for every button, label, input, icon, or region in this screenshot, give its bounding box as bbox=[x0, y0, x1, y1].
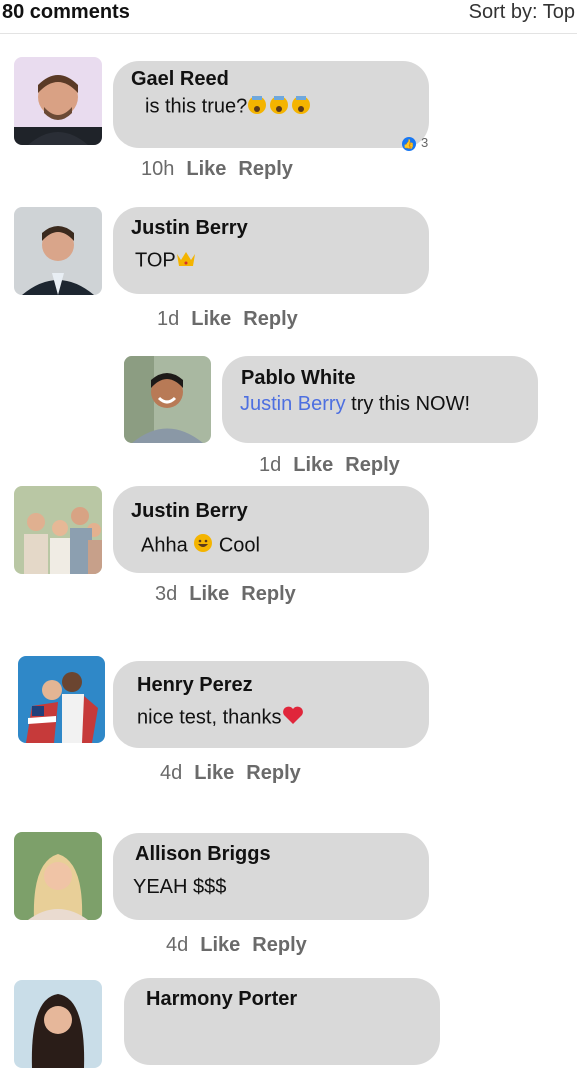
like-button[interactable]: Like bbox=[186, 158, 226, 180]
comment-text: Justin Berry try this NOW! bbox=[240, 393, 471, 415]
comment-author[interactable]: Gael Reed bbox=[131, 68, 229, 91]
comment-author[interactable]: Henry Perez bbox=[137, 674, 253, 697]
thumbs-up-icon: 👍 bbox=[402, 136, 416, 151]
comment-actions: 4d Like Reply bbox=[160, 762, 301, 785]
avatar[interactable] bbox=[14, 207, 102, 295]
shocked-face-emoji-icon bbox=[247, 94, 313, 120]
comment-time: 4d bbox=[166, 934, 189, 956]
like-button[interactable]: Like bbox=[200, 934, 240, 956]
reply-button[interactable]: Reply bbox=[246, 762, 300, 784]
comment-time: 10h bbox=[141, 158, 175, 180]
comments-header: 80 comments Sort by: Top bbox=[0, 0, 577, 34]
comment-time: 1d bbox=[157, 308, 180, 330]
smiling-face-emoji-icon bbox=[193, 533, 213, 559]
comment-count: 80 comments bbox=[2, 1, 130, 23]
avatar[interactable] bbox=[124, 356, 211, 443]
reply-button[interactable]: Reply bbox=[238, 158, 292, 180]
reply-button[interactable]: Reply bbox=[345, 454, 399, 476]
comment-actions: 1d Like Reply bbox=[157, 308, 298, 331]
comment-author[interactable]: Harmony Porter bbox=[146, 988, 297, 1011]
comment-actions: 1d Like Reply bbox=[259, 454, 400, 477]
comment-text: is this true? bbox=[145, 94, 313, 120]
comment-time: 3d bbox=[155, 583, 178, 605]
reaction-count[interactable]: 👍 3 bbox=[402, 135, 428, 151]
comment-author[interactable]: Allison Briggs bbox=[135, 843, 271, 866]
comment-author[interactable]: Justin Berry bbox=[131, 217, 248, 240]
like-button[interactable]: Like bbox=[191, 308, 231, 330]
like-button[interactable]: Like bbox=[293, 454, 333, 476]
like-button[interactable]: Like bbox=[189, 583, 229, 605]
comment-author[interactable]: Justin Berry bbox=[131, 500, 248, 523]
comment-text: nice test, thanks bbox=[137, 705, 304, 731]
avatar[interactable] bbox=[18, 656, 105, 743]
reply-button[interactable]: Reply bbox=[252, 934, 306, 956]
comment-text: YEAH $$$ bbox=[133, 876, 227, 898]
avatar[interactable] bbox=[14, 57, 102, 145]
comment-text: Ahha Cool bbox=[141, 533, 260, 559]
comment-actions: 10h Like Reply bbox=[141, 158, 293, 181]
avatar[interactable] bbox=[14, 980, 102, 1068]
like-button[interactable]: Like bbox=[194, 762, 234, 784]
avatar[interactable] bbox=[14, 832, 102, 920]
crown-emoji-icon bbox=[176, 248, 196, 274]
comment-author[interactable]: Pablo White bbox=[241, 367, 355, 390]
avatar[interactable] bbox=[14, 486, 102, 574]
reply-button[interactable]: Reply bbox=[243, 308, 297, 330]
sort-selector[interactable]: Sort by: Top bbox=[469, 1, 575, 24]
heart-emoji-icon bbox=[282, 705, 304, 731]
comment-time: 4d bbox=[160, 762, 183, 784]
comment-time: 1d bbox=[259, 454, 282, 476]
mention-link[interactable]: Justin Berry bbox=[240, 393, 346, 415]
reply-button[interactable]: Reply bbox=[241, 583, 295, 605]
comment-text: TOP bbox=[135, 248, 196, 274]
comment-actions: 4d Like Reply bbox=[166, 934, 307, 957]
comment-actions: 3d Like Reply bbox=[155, 583, 296, 606]
